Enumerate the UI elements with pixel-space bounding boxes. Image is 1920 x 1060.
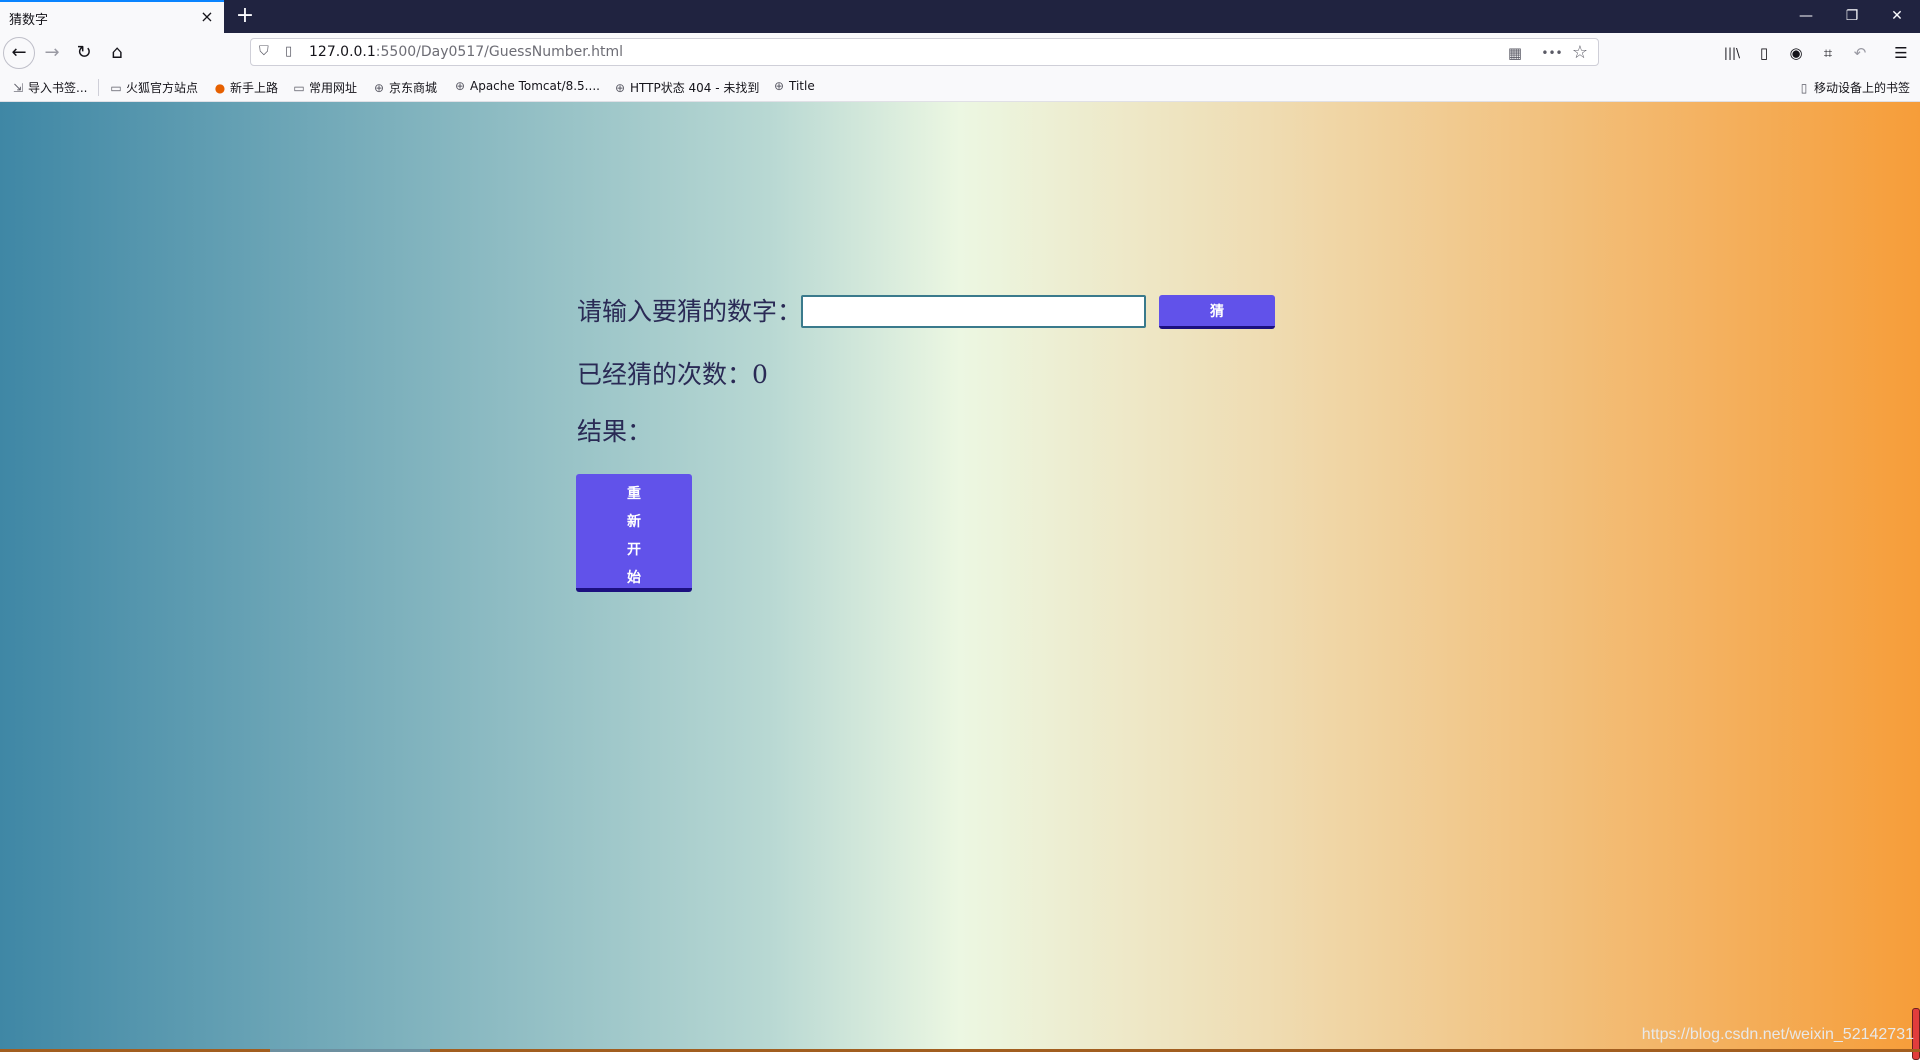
forward-button[interactable]: → [36,37,68,69]
guess-count: 已经猜的次数：0 [577,355,768,391]
mobile-icon: ▯ [1800,81,1808,95]
guess-count-label: 已经猜的次数： [577,360,753,389]
restart-char: 重 [627,486,641,502]
menu-icon[interactable]: ☰ [1890,42,1912,64]
globe-icon: ⊕ [773,79,785,93]
bookmark-label: 常用网址 [309,81,358,95]
bookmark-firefox-site[interactable]: ▭ 火狐官方站点 [109,79,198,96]
restart-button[interactable]: 重 新 开 始 [576,474,692,592]
guess-button[interactable]: 猜 [1159,295,1275,329]
reload-button[interactable]: ↻ [68,37,100,69]
restart-char: 开 [627,542,641,558]
guess-count-value: 0 [752,360,768,389]
back-button[interactable]: ← [3,37,35,69]
restart-char: 新 [627,514,641,530]
restart-char: 始 [627,570,641,586]
navigation-bar: ← → ↻ ⌂ ⛉ ▯ 127.0.0.1:5500/Day0517/Guess… [0,33,1920,73]
bookmark-label: 京东商城 [389,81,438,95]
undo-icon[interactable]: ↶ [1849,42,1871,64]
page-content: 请输入要猜的数字： 猜 已经猜的次数：0 结果： 重 新 开 始 https:/… [0,102,1920,1060]
folder-icon: ▭ [110,81,122,95]
more-actions-icon[interactable]: ••• [1541,42,1563,64]
import-icon: ⇲ [12,81,24,95]
screenshot-icon[interactable]: ⌗ [1817,42,1839,64]
bookmark-http-404[interactable]: ⊕ HTTP状态 404 - 未找到 [613,79,759,96]
guess-input[interactable] [801,295,1146,328]
tab-close-icon[interactable]: × [198,8,216,26]
tab-title: 猜数字 [9,13,49,28]
globe-icon: ⊕ [614,81,626,95]
restore-icon[interactable]: ❐ [1829,0,1875,33]
bookmark-label: 火狐官方站点 [126,81,199,95]
sidebar-icon[interactable]: ▯ [1753,42,1775,64]
page-icon[interactable]: ▯ [285,44,292,59]
bookmark-jd-mall[interactable]: ⊕ 京东商城 [372,79,437,96]
bookmark-label: Apache Tomcat/8.5.... [470,79,600,93]
firefox-icon: ● [214,81,226,95]
folder-icon: ▭ [293,81,305,95]
result-label: 结果： [577,417,653,446]
result: 结果： [577,412,652,448]
bookmarks-bar: ⇲ 导入书签... ▭ 火狐官方站点 ● 新手上路 ▭ 常用网址 ⊕ 京东商城 ⊕ Apac… [0,73,1920,102]
bookmark-mobile[interactable]: ▯ 移动设备上的书签 [1797,79,1910,96]
qr-code-icon[interactable]: ▦ [1504,42,1526,64]
globe-icon: ⊕ [454,79,466,93]
bookmark-label: Title [789,79,815,93]
shield-icon[interactable]: ⛉ [259,44,269,59]
home-button[interactable]: ⌂ [101,37,133,69]
guess-prompt: 请输入要猜的数字： [577,297,803,326]
url-bar[interactable]: ⛉ ▯ 127.0.0.1:5500/Day0517/GuessNumber.h… [250,38,1599,66]
bookmark-star-icon[interactable]: ☆ [1569,42,1591,64]
url-host: 127.0.0.1 [309,44,376,60]
library-icon[interactable]: |||\ [1721,42,1743,64]
bookmark-import[interactable]: ⇲ 导入书签... [11,79,87,96]
new-tab-button[interactable]: + [232,4,258,30]
bookmark-getting-started[interactable]: ● 新手上路 [213,79,278,96]
url-text[interactable]: 127.0.0.1:5500/Day0517/GuessNumber.html [309,44,623,60]
watermark: https://blog.csdn.net/weixin_52142731 [1641,1026,1914,1043]
bookmark-label: HTTP状态 404 - 未找到 [630,81,760,95]
bookmark-separator [98,79,99,96]
minimize-icon[interactable]: — [1783,0,1829,33]
account-icon[interactable]: ◉ [1785,42,1807,64]
bookmark-label: 导入书签... [28,81,88,95]
url-path: :5500/Day0517/GuessNumber.html [375,44,624,60]
bookmark-common-sites[interactable]: ▭ 常用网址 [292,79,357,96]
bookmark-label: 新手上路 [230,81,279,95]
bookmark-tomcat[interactable]: ⊕ Apache Tomcat/8.5.... [453,79,600,93]
tab-strip: 猜数字 × + — ❐ ✕ [0,0,1920,33]
close-window-icon[interactable]: ✕ [1874,0,1920,33]
bookmark-label: 移动设备上的书签 [1814,81,1911,95]
bookmark-title[interactable]: ⊕ Title [772,79,815,93]
tab-active[interactable]: 猜数字 × [0,0,224,33]
globe-icon: ⊕ [373,81,385,95]
